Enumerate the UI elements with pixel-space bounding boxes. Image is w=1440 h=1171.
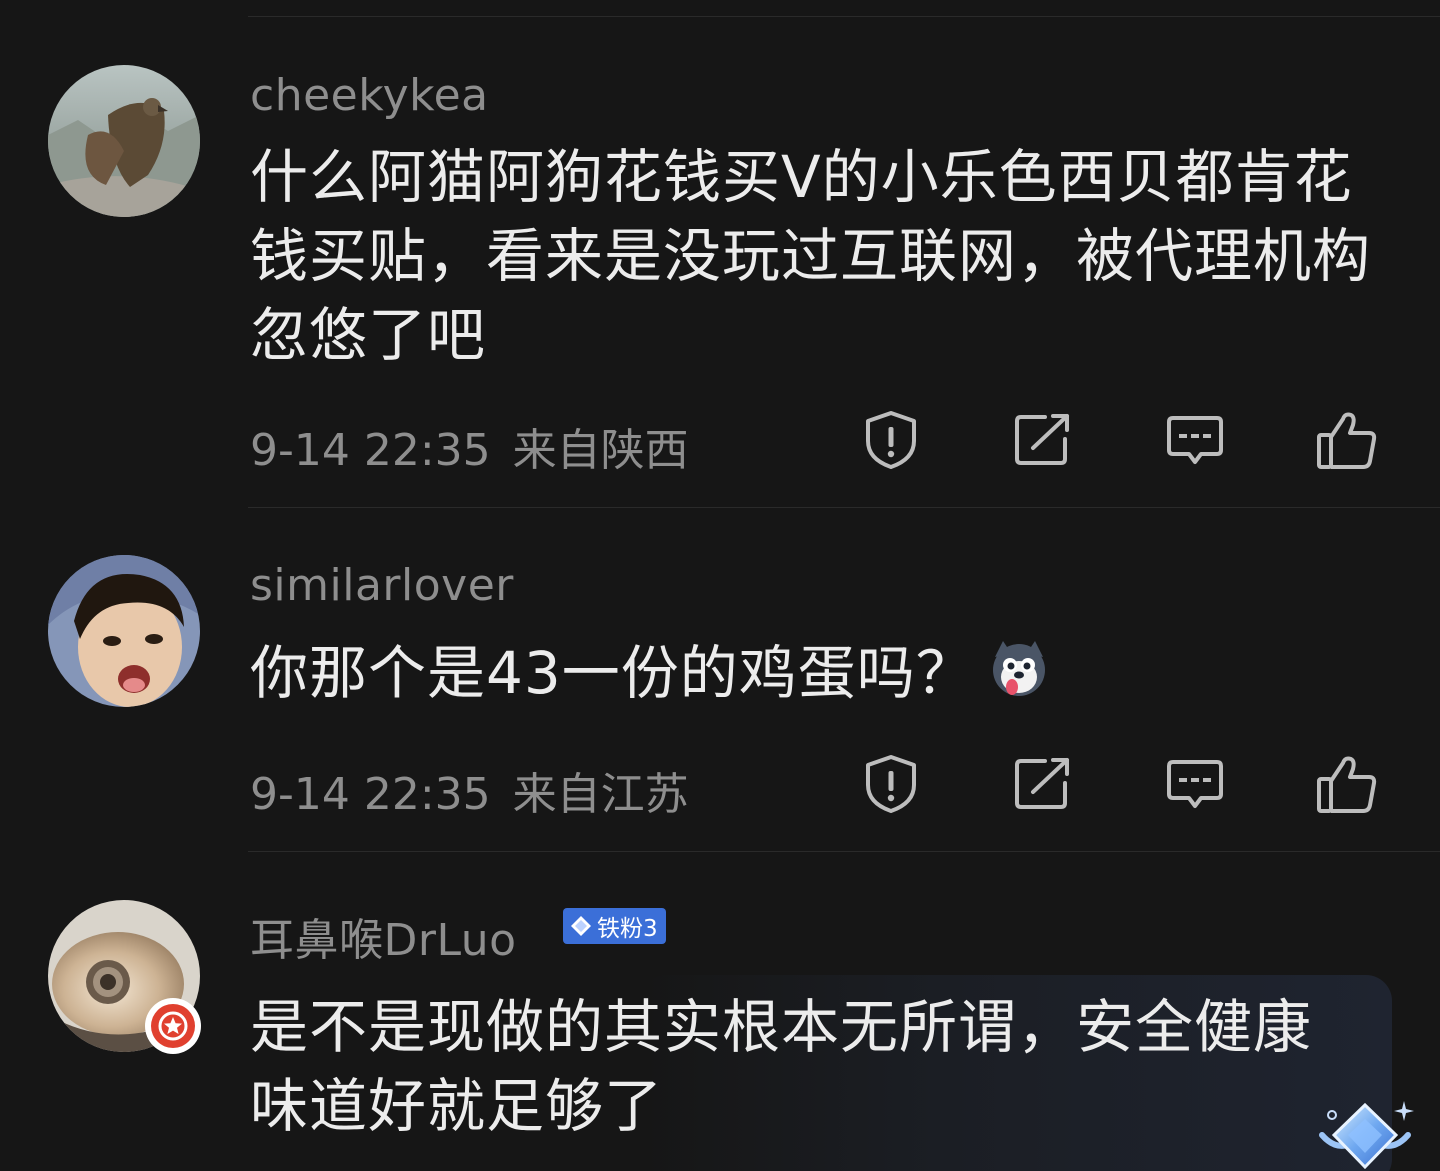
comment-text-content: 你那个是43一份的鸡蛋吗？	[250, 639, 975, 707]
report-button[interactable]	[856, 749, 926, 819]
divider	[248, 16, 1440, 17]
username[interactable]: similarlover	[250, 560, 514, 611]
vip-diamond-decoration	[1264, 1095, 1430, 1171]
avatar[interactable]	[48, 65, 200, 217]
reply-icon	[1167, 416, 1223, 464]
report-button[interactable]	[856, 405, 926, 475]
report-icon	[866, 755, 916, 813]
verified-badge-icon	[145, 998, 201, 1054]
reply-button[interactable]	[1160, 749, 1230, 819]
like-button[interactable]	[1312, 749, 1382, 819]
divider	[248, 507, 1440, 508]
reply-button[interactable]	[1160, 405, 1230, 475]
share-button[interactable]	[1008, 405, 1078, 475]
action-bar	[0, 405, 1440, 475]
username[interactable]: 耳鼻喉DrLuo	[250, 904, 517, 968]
share-button[interactable]	[1008, 749, 1078, 819]
action-bar	[0, 749, 1440, 819]
share-icon	[1015, 758, 1069, 809]
comment-text: 是不是现做的其实根本无所谓，安全健康味道好就足够了	[250, 993, 1313, 1140]
reply-icon	[1167, 760, 1223, 808]
fan-level-label: 铁粉3	[597, 916, 658, 942]
diamond-icon	[571, 916, 591, 936]
like-icon	[1317, 412, 1377, 469]
husky-emoji	[992, 641, 1045, 696]
like-button[interactable]	[1312, 405, 1382, 475]
like-icon	[1317, 756, 1377, 813]
divider	[248, 851, 1440, 852]
comment-text: 什么阿猫阿狗花钱买V的小乐色西贝都肯花钱买贴，看来是没玩过互联网，被代理机构忽悠…	[250, 143, 1372, 369]
username[interactable]: cheekykea	[250, 70, 489, 121]
comment-text: 你那个是43一份的鸡蛋吗？	[250, 634, 1400, 713]
report-icon	[866, 411, 916, 469]
comment-list: cheekykea 什么阿猫阿狗花钱买V的小乐色西贝都肯花钱买贴，看来是没玩过互…	[0, 0, 1440, 1171]
avatar[interactable]	[48, 555, 200, 707]
share-icon	[1015, 414, 1069, 465]
fan-level-badge: 铁粉3	[563, 908, 666, 944]
